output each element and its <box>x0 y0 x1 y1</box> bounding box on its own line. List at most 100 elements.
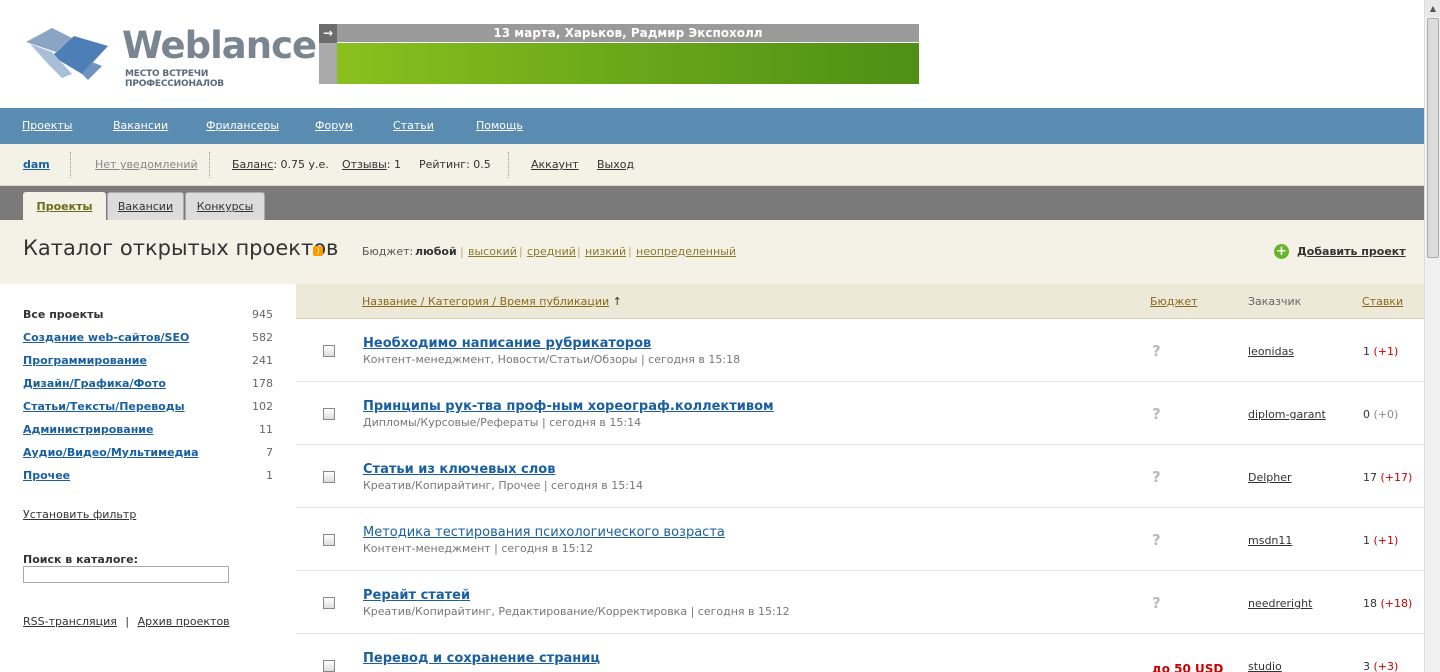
username-link[interactable]: dam <box>23 144 50 186</box>
project-meta: Дипломы/Курсовые/Рефераты | сегодня в 15… <box>363 416 642 429</box>
balance: Баланс: 0.75 у.е. <box>232 144 329 186</box>
project-row: Перевод и сохранение страниц до 50 USD s… <box>296 634 1424 672</box>
project-list-header: Название / Категория / Время публикации … <box>296 284 1424 319</box>
notifications-link[interactable]: Нет уведомлений <box>95 144 198 186</box>
sort-by-budget[interactable]: Бюджет <box>1150 295 1198 308</box>
project-row: Рерайт статей Креатив/Копирайтинг, Редак… <box>296 571 1424 634</box>
archive-link[interactable]: Архив проектов <box>138 615 230 628</box>
project-budget: ? <box>1152 342 1161 360</box>
project-budget: до 50 USD <box>1152 662 1224 672</box>
project-title[interactable]: Перевод и сохранение страниц <box>363 651 600 666</box>
project-row: Методика тестирования психологического в… <box>296 508 1424 571</box>
nav-help[interactable]: Помощь <box>476 108 523 144</box>
project-checkbox[interactable] <box>323 534 335 546</box>
project-title[interactable]: Принципы рук-тва проф-ным хореограф.колл… <box>363 399 774 414</box>
category-item[interactable]: Статьи/Тексты/Переводы 102 <box>23 400 273 416</box>
tab-contests[interactable]: Конкурсы <box>185 192 265 220</box>
account-link[interactable]: Аккаунт <box>531 144 579 186</box>
logo-tagline: МЕСТО ВСТРЕЧИ ПРОФЕССИОНАЛОВ <box>125 69 224 89</box>
main-nav: Проекты Вакансии Фрилансеры Форум Статьи… <box>0 108 1424 144</box>
customer-link[interactable]: diplom-garant <box>1248 408 1326 421</box>
scroll-up-icon[interactable]: ▲ <box>1425 0 1440 17</box>
scrollbar-thumb[interactable] <box>1427 18 1439 258</box>
plus-icon: + <box>1274 244 1289 259</box>
catalog-header: Каталог открытых проектов ) Бюджет: любо… <box>0 220 1424 284</box>
project-title[interactable]: Методика тестирования психологического в… <box>363 525 725 540</box>
budget-any[interactable]: любой <box>415 245 457 258</box>
project-bids: 17 (+17) <box>1363 471 1413 484</box>
category-sidebar: Все проекты 945 Создание web-сайтов/SEO 58… <box>0 284 296 672</box>
sort-by-bids[interactable]: Ставки <box>1362 295 1403 308</box>
project-meta: Креатив/Копирайтинг, Прочее | сегодня в … <box>363 479 643 492</box>
rss-link[interactable]: RSS-трансляция <box>23 615 117 628</box>
customer-column-header: Заказчик <box>1248 295 1302 308</box>
category-item[interactable]: Прочее 1 <box>23 469 273 485</box>
project-list: Необходимо написание рубрикаторов Контен… <box>296 319 1424 672</box>
category-item[interactable]: Все проекты 945 <box>23 308 273 324</box>
add-project-label: Добавить проект <box>1297 245 1406 258</box>
reviews-value: : 1 <box>386 158 401 171</box>
banner-text: 13 марта, Харьков, Радмир Экспохолл <box>493 26 763 40</box>
set-filter-link[interactable]: Установить фильтр <box>23 508 136 521</box>
customer-link[interactable]: studio <box>1248 660 1282 672</box>
project-row: Принципы рук-тва проф-ным хореограф.колл… <box>296 382 1424 445</box>
tab-projects[interactable]: Проекты <box>23 192 106 221</box>
project-bids: 3 (+3) <box>1363 660 1399 672</box>
budget-medium[interactable]: средний <box>527 245 576 258</box>
budget-high[interactable]: высокий <box>468 245 517 258</box>
catalog-search-input[interactable] <box>23 566 229 583</box>
category-item[interactable]: Создание web-сайтов/SEO 582 <box>23 331 273 347</box>
vertical-scrollbar[interactable]: ▲ <box>1424 0 1440 672</box>
project-title[interactable]: Статьи из ключевых слов <box>363 462 555 477</box>
site-header: Weblancer МЕСТО ВСТРЕЧИ ПРОФЕССИОНАЛОВ →… <box>0 0 1424 108</box>
project-meta: Креатив/Копирайтинг, Редактирование/Корр… <box>363 605 790 618</box>
budget-undefined[interactable]: неопределенный <box>636 245 736 258</box>
category-item[interactable]: Аудио/Видео/Мультимедиа 7 <box>23 446 273 462</box>
rating: Рейтинг: 0.5 <box>419 158 491 171</box>
project-budget: ? <box>1152 468 1161 486</box>
project-row: Необходимо написание рубрикаторов Контен… <box>296 319 1424 382</box>
customer-link[interactable]: msdn11 <box>1248 534 1292 547</box>
project-checkbox[interactable] <box>323 408 335 420</box>
customer-link[interactable]: needreright <box>1248 597 1312 610</box>
rss-icon[interactable]: ) <box>313 246 323 256</box>
project-bids: 1 (+1) <box>1363 534 1399 547</box>
nav-projects[interactable]: Проекты <box>22 108 73 144</box>
budget-filter-label: Бюджет: <box>362 245 414 258</box>
sort-by-name[interactable]: Название / Категория / Время публикации … <box>362 295 622 308</box>
sort-arrow-icon: ↑ <box>612 295 622 308</box>
sidebar-footer-links: RSS-трансляция | Архив проектов <box>23 615 230 628</box>
customer-link[interactable]: leonidas <box>1248 345 1294 358</box>
section-tabs: Проекты Вакансии Конкурсы <box>0 186 1424 221</box>
project-budget: ? <box>1152 405 1161 423</box>
event-banner[interactable]: → 13 марта, Харьков, Радмир Экспохолл <box>319 24 919 84</box>
project-title[interactable]: Рерайт статей <box>363 588 470 603</box>
project-checkbox[interactable] <box>323 345 335 357</box>
search-label: Поиск в каталоге: <box>23 553 138 566</box>
balance-link[interactable]: Баланс <box>232 158 273 171</box>
weblancer-logo[interactable]: Weblancer МЕСТО ВСТРЕЧИ ПРОФЕССИОНАЛОВ <box>22 22 334 89</box>
logo-wordmark: Weblancer <box>122 24 334 67</box>
project-meta: Контент-менеджмент | сегодня в 15:12 <box>363 542 594 555</box>
nav-vacancies[interactable]: Вакансии <box>113 108 168 144</box>
project-checkbox[interactable] <box>323 597 335 609</box>
project-checkbox[interactable] <box>323 471 335 483</box>
category-item[interactable]: Администрирование 11 <box>23 423 273 439</box>
budget-low[interactable]: низкий <box>585 245 626 258</box>
customer-link[interactable]: Delpher <box>1248 471 1292 484</box>
nav-articles[interactable]: Статьи <box>393 108 434 144</box>
nav-forum[interactable]: Форум <box>315 108 353 144</box>
balance-value: : 0.75 у.е. <box>273 158 329 171</box>
project-meta: Контент-менеджмент, Новости/Статьи/Обзор… <box>363 353 741 366</box>
project-title[interactable]: Необходимо написание рубрикаторов <box>363 336 651 351</box>
project-bids: 18 (+18) <box>1363 597 1413 610</box>
tab-vacancies[interactable]: Вакансии <box>107 192 184 220</box>
project-budget: ? <box>1152 531 1161 549</box>
reviews-link[interactable]: Отзывы <box>342 158 387 171</box>
project-checkbox[interactable] <box>323 660 335 672</box>
category-item[interactable]: Программирование 241 <box>23 354 273 370</box>
project-row: Статьи из ключевых слов Креатив/Копирайт… <box>296 445 1424 508</box>
logout-link[interactable]: Выход <box>597 144 634 186</box>
category-item[interactable]: Дизайн/Графика/Фото 178 <box>23 377 273 393</box>
nav-freelancers[interactable]: Фрилансеры <box>206 108 279 144</box>
